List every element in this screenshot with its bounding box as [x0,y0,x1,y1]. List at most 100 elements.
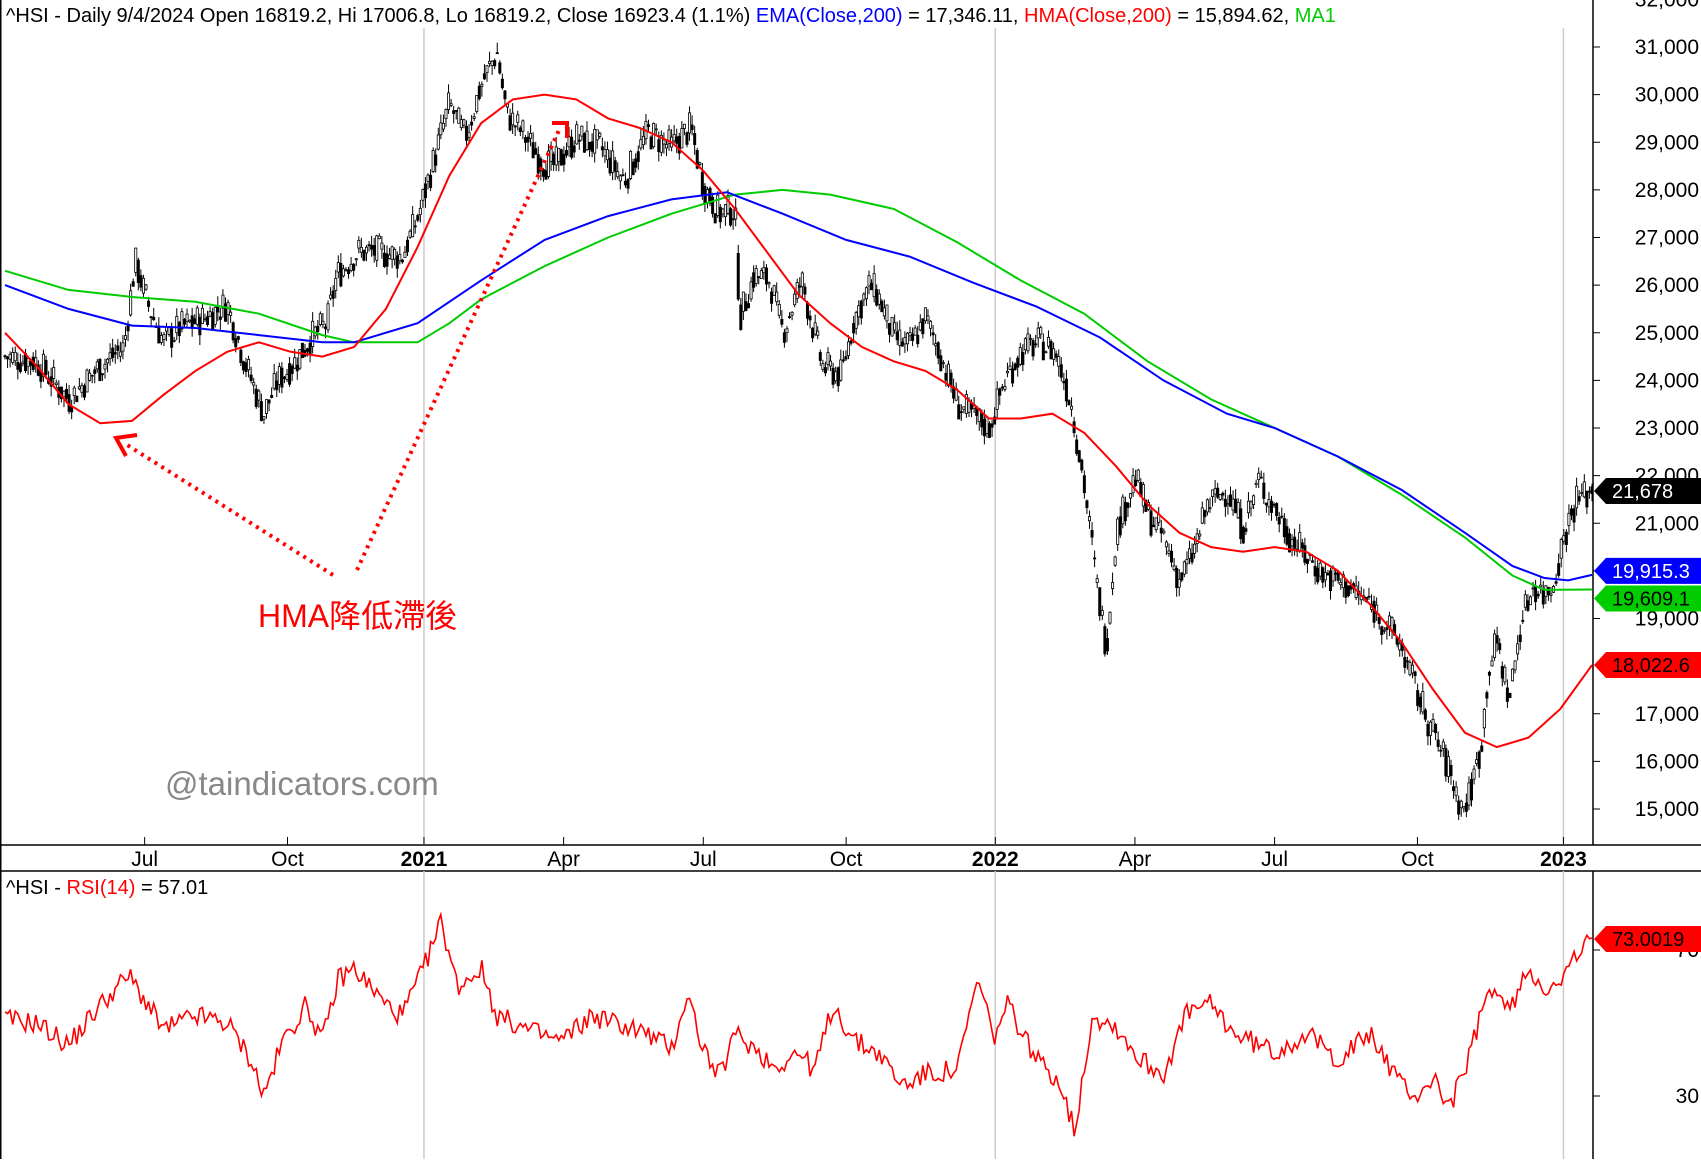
price-bar-body [423,183,427,199]
price-bar-body [990,423,994,428]
price-bar-body [841,359,845,362]
price-bar-body [1054,353,1058,358]
price-bar-body [575,124,579,145]
price-bar-body [1149,510,1153,536]
price-bar-body [1113,556,1117,566]
header-segment: ^HSI - [6,877,67,899]
price-bar-body [1077,450,1081,463]
price-bar-body [1500,666,1504,679]
price-bar-body [472,116,476,119]
price-bar-body [257,390,261,401]
price-bar-body [121,342,125,352]
price-bar-body [1154,517,1158,530]
x-tick-label: 2021 [401,848,448,871]
header-segment: HMA(Close,200) [1024,5,1172,27]
price-bar-body [611,150,615,173]
y-tick-label: 16,000 [1635,750,1699,773]
price-bar-body [436,134,440,150]
price-bar-body [808,315,812,321]
price-bar-body [1508,692,1512,699]
y-tick-label: 28,000 [1635,179,1699,202]
price-bar-body [470,121,474,126]
price-bar-body [403,251,407,258]
x-tick-label: Oct [1401,848,1434,871]
hma-200-line [4,93,1593,749]
grid-layer [423,28,1565,1159]
price-bar-body [1431,718,1435,732]
price-bar-body [411,214,415,238]
price-bar-body [62,390,66,398]
price-bar-body [1446,756,1450,777]
price-bar-body [1067,400,1071,406]
price-bar-body [377,235,381,240]
price-bar-body [626,179,630,189]
price-bar-body [1413,671,1417,677]
price-bar-body [334,277,338,291]
price-bar-body [549,148,553,162]
price-bar-body [1575,485,1579,509]
price-bar-body [13,351,17,362]
price-bar-body [511,112,515,126]
price-bar-body [857,305,861,318]
price-bar-body [1216,487,1220,498]
price-bar-body [1513,660,1517,671]
price-bar-body [1518,634,1522,643]
price-bar-body [895,331,899,341]
x-tick-label: 2022 [972,848,1019,871]
price-bar-body [93,369,97,374]
price-bar-body [741,291,745,312]
price-bar-body [1277,517,1281,525]
price-bar-body [698,162,702,165]
price-bar-body [259,401,263,422]
price-bar-body [1046,336,1050,347]
price-bar-body [1577,496,1581,502]
price-bar-body [336,262,340,273]
price-bar-body [1564,531,1568,545]
price-bar-body [916,334,920,345]
price-bar-body [493,60,497,67]
y-tick-label: 26,000 [1635,274,1699,297]
price-bar-body [111,347,115,358]
price-bar-body [129,290,133,316]
price-bar-body [316,325,320,332]
price-bar-body [1380,626,1384,636]
price-bar-body [1211,489,1215,497]
price-tag-label: 19,915.3 [1612,561,1690,583]
price-bar-body [946,363,950,387]
price-bar-body [662,139,666,145]
price-bar-body [370,244,374,250]
price-bar-body [1326,573,1330,576]
price-bar-body [798,285,802,288]
price-bar-body [788,316,792,318]
price-bar-body [1572,508,1576,523]
price-bar-body [1587,490,1591,493]
price-bar-body [1423,709,1427,720]
price-bar-body [323,326,327,329]
price-bar-body [252,382,256,386]
price-bar-body [905,332,909,345]
price-bar-body [159,335,163,343]
price-bar-body [359,246,363,253]
price-bar-body [1493,633,1497,658]
price-bar-body [1464,802,1468,812]
price-bar-body [1234,498,1238,514]
price-bar-body [293,357,297,369]
price-bar-body [1246,500,1250,514]
price-bar-body [198,316,202,336]
price-bar-body [277,366,281,385]
price-bar-body [639,139,643,149]
price-bar-body [113,352,117,355]
price-bar-body [1236,501,1240,519]
price-bar-body [762,266,766,274]
price-bar-body [21,361,25,364]
price-bar-body [823,367,827,374]
price-bar-body [982,419,986,437]
price-bar-body [272,373,276,389]
price-bar-body [849,340,853,344]
price-bar-body [680,128,684,149]
y-tick-label: 24,000 [1635,369,1699,392]
price-bar-body [552,153,556,166]
price-bar-body [1185,559,1189,565]
header-segment: RSI(14) [67,877,136,899]
y-tick-label: 27,000 [1635,227,1699,250]
